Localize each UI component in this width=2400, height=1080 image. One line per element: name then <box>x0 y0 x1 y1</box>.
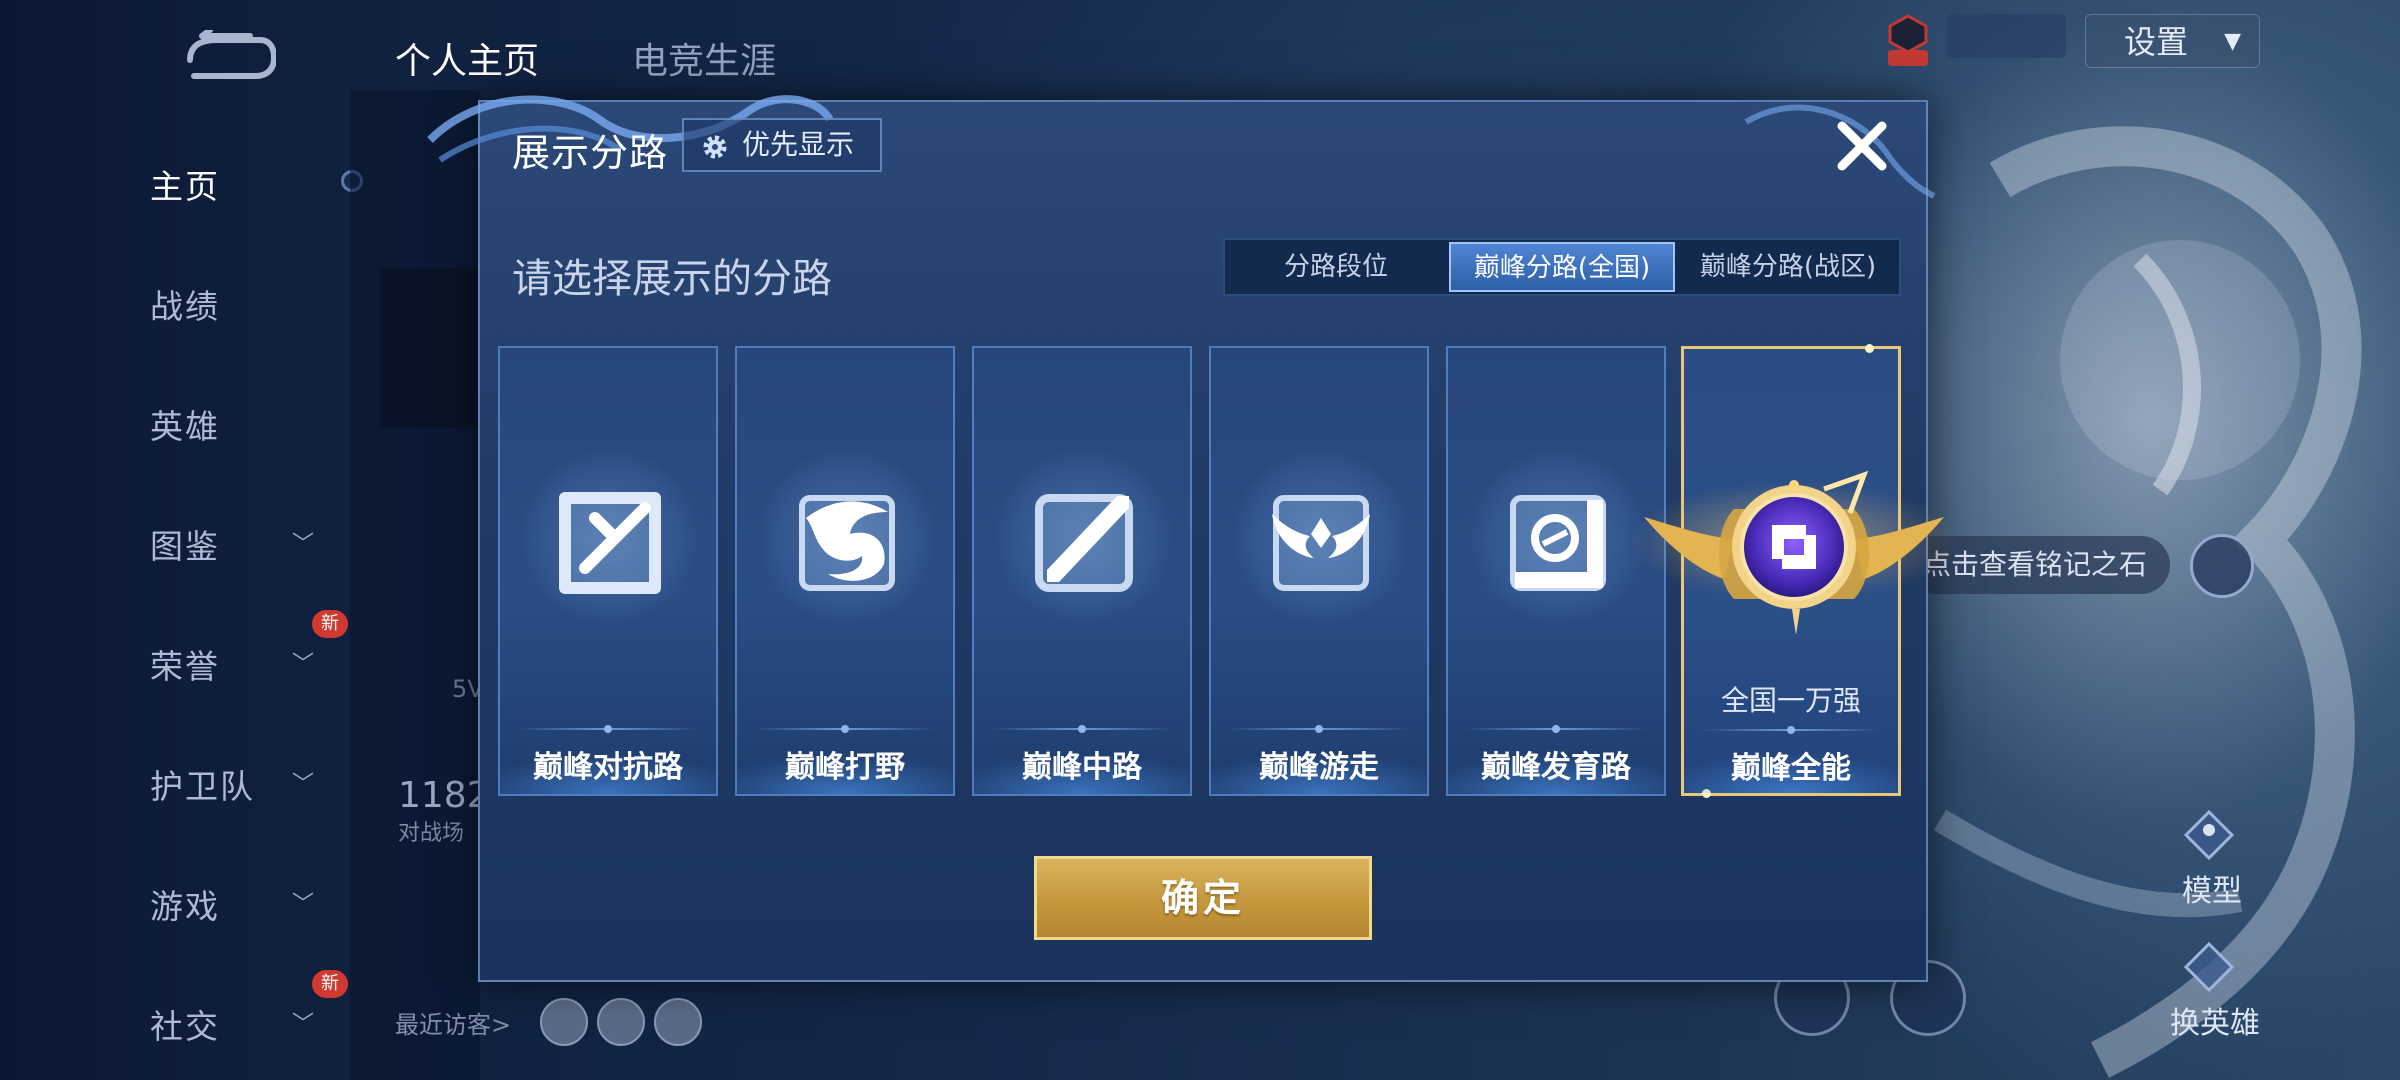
settings-label: 设置 <box>2124 23 2189 61</box>
all-round-gold-badge-icon <box>1629 470 1959 635</box>
change-hero-icon[interactable] <box>2182 940 2236 994</box>
segment-peak-lane-national[interactable]: 巅峰分路(全国) <box>1449 242 1675 292</box>
lane-card-roam[interactable]: 巅峰游走 <box>1209 346 1429 796</box>
lane-card-jungle[interactable]: 巅峰打野 <box>735 346 955 796</box>
segment-peak-lane-region[interactable]: 巅峰分路(战区) <box>1677 240 1899 294</box>
nav-item-label: 主页 <box>150 167 220 206</box>
lane-card-label: 巅峰全能 <box>1731 751 1851 786</box>
tab-esports-career[interactable]: 电竞生涯 <box>632 32 776 84</box>
chevron-down-icon: ﹀ <box>291 892 316 917</box>
visitor-avatar[interactable] <box>540 998 588 1046</box>
vip-icon[interactable] <box>1880 12 1936 68</box>
confirm-button[interactable]: 确定 <box>1034 856 1372 940</box>
farm-lane-icon <box>1510 495 1606 591</box>
back-arrow-icon[interactable] <box>180 30 276 82</box>
chevron-down-icon: ▼ <box>2224 29 2241 54</box>
lane-card-label: 巅峰游走 <box>1259 750 1379 785</box>
close-icon[interactable] <box>1832 116 1892 176</box>
lane-card-clash[interactable]: 巅峰对抗路 <box>498 346 718 796</box>
nav-item-label: 战绩 <box>150 287 220 326</box>
lane-type-segmented-control: 分路段位 巅峰分路(全国) 巅峰分路(战区) <box>1223 238 1901 296</box>
visitor-avatar[interactable] <box>597 998 645 1046</box>
priority-display-label: 优先显示 <box>742 128 855 161</box>
notification-panel[interactable] <box>1946 14 2066 58</box>
model-icon[interactable] <box>2182 808 2236 862</box>
priority-display-button[interactable]: 优先显示 <box>682 118 882 172</box>
recent-visitors-link[interactable]: 最近访客> <box>395 1005 511 1040</box>
mid-lane-icon <box>1035 494 1133 592</box>
roam-wings-icon <box>1272 495 1370 591</box>
profile-card-thumbnail[interactable] <box>380 268 488 428</box>
nav-item-games[interactable]: 游戏 ﹀ <box>150 880 320 928</box>
chevron-down-icon: ﹀ <box>291 1012 316 1037</box>
lane-card-label: 巅峰中路 <box>1022 750 1142 785</box>
clash-lane-icon <box>559 492 661 594</box>
lane-card-all-round-selected[interactable]: 全国一万强 巅峰全能 <box>1629 344 1959 798</box>
dialog-title: 展示分路 <box>512 131 669 175</box>
nav-item-social[interactable]: 社交 ﹀ <box>150 1000 320 1048</box>
nav-item-heroes[interactable]: 英雄 <box>150 400 320 448</box>
settings-button[interactable]: 设置 ▼ <box>2085 14 2260 68</box>
new-badge: 新 <box>312 610 348 638</box>
visitor-avatar[interactable] <box>654 998 702 1046</box>
chevron-down-icon: ﹀ <box>291 652 316 677</box>
nav-item-label: 图鉴 <box>150 527 220 566</box>
nav-item-label: 荣誉 <box>150 647 220 686</box>
lane-card-mid[interactable]: 巅峰中路 <box>972 346 1192 796</box>
lane-display-dialog: 展示分路 优先显示 请选择展示的分路 分路段位 巅峰分路(全国) 巅峰分路(战区… <box>427 95 1959 982</box>
nav-item-honor[interactable]: 荣誉 ﹀ <box>150 640 320 688</box>
chevron-down-icon: ﹀ <box>291 772 316 797</box>
lane-card-label: 巅峰发育路 <box>1481 750 1631 785</box>
nav-item-label: 护卫队 <box>150 767 255 806</box>
nav-item-home[interactable]: 主页 <box>150 160 320 208</box>
profile-panel <box>350 90 480 1080</box>
nav-item-guard-team[interactable]: 护卫队 ﹀ <box>150 760 320 808</box>
segment-lane-rank[interactable]: 分路段位 <box>1225 240 1447 294</box>
model-label: 模型 <box>2182 874 2242 909</box>
inscription-stone-icon[interactable] <box>2190 534 2254 598</box>
nav-item-record[interactable]: 战绩 <box>150 280 320 328</box>
new-badge: 新 <box>312 970 348 998</box>
lane-card-label: 巅峰打野 <box>785 750 905 785</box>
lane-card-label: 巅峰对抗路 <box>533 750 683 785</box>
dialog-subtitle: 请选择展示的分路 <box>512 256 832 302</box>
corner-sparkle <box>1865 344 1874 353</box>
gear-icon <box>703 135 727 159</box>
match-count: 1182 <box>398 775 490 816</box>
chevron-down-icon: ﹀ <box>291 532 316 557</box>
nav-item-codex[interactable]: 图鉴 ﹀ <box>150 520 320 568</box>
rank-title: 全国一万强 <box>1720 684 1861 717</box>
change-hero-label: 换英雄 <box>2170 1006 2260 1041</box>
match-count-label: 对战场 <box>398 821 465 846</box>
nav-item-label: 英雄 <box>150 407 220 446</box>
jungle-dragon-icon <box>799 495 895 591</box>
nav-item-label: 游戏 <box>150 887 220 926</box>
nav-item-label: 社交 <box>150 1007 220 1046</box>
tab-profile[interactable]: 个人主页 <box>395 32 539 84</box>
